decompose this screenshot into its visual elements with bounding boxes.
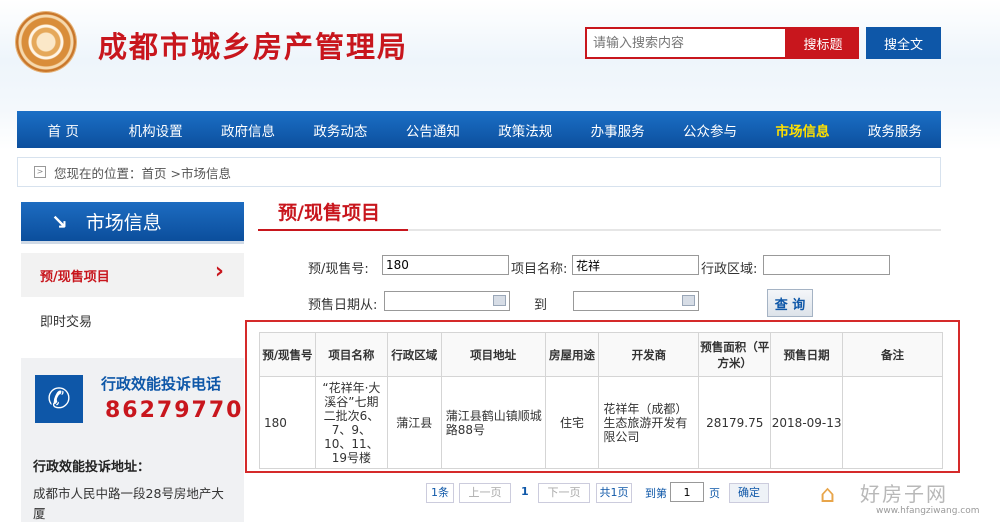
district-input[interactable]: [763, 255, 890, 275]
square-arrow-icon: >: [34, 166, 46, 178]
nav-home[interactable]: 首 页: [17, 120, 109, 140]
chevron-right-icon: ›: [214, 259, 224, 284]
nav-gov-news[interactable]: 政务动态: [294, 120, 386, 140]
site-title: 成都市城乡房产管理局: [98, 30, 409, 64]
sidebar-header: ↘ 市场信息: [21, 202, 244, 244]
sidebar-item-realtime[interactable]: 即时交易: [21, 297, 244, 343]
col-project-name: 项目名称: [314, 332, 388, 377]
nav-policies[interactable]: 政策法规: [479, 120, 571, 140]
next-page-button[interactable]: 下一页: [538, 483, 590, 503]
cell-project-name: “花祥年·大溪谷”七期二批次6、7、9、10、11、19号楼: [314, 376, 388, 469]
page-unit: 页: [709, 487, 720, 500]
house-icon: ⌂: [820, 480, 836, 508]
cell-date: 2018-09-13: [770, 376, 844, 469]
goto-page-input[interactable]: [670, 482, 704, 502]
date-from-input[interactable]: [384, 291, 510, 311]
complaint-address-block: 行政效能投诉地址： 成都市人民中路一段28号房地产大厦: [21, 442, 244, 522]
complaint-label: 行政效能投诉电话: [101, 375, 222, 393]
main-nav: 首 页 机构设置 政府信息 政务动态 公告通知 政策法规 办事服务 公众参与 市…: [17, 111, 941, 148]
address-text: 成都市人民中路一段28号房地产大厦: [33, 486, 224, 521]
nav-participation[interactable]: 公众参与: [664, 120, 756, 140]
complaint-phone-block: ✆ 行政效能投诉电话 86279770: [21, 358, 244, 442]
table-row[interactable]: 180 “花祥年·大溪谷”七期二批次6、7、9、10、11、19号楼 蒲江县 蒲…: [259, 376, 943, 469]
date-from-label: 预售日期从:: [308, 298, 378, 313]
watermark: ⌂ 好房子网 www.hfangziwang.com: [820, 478, 990, 518]
project-name-label: 项目名称:: [511, 262, 568, 277]
district-label: 行政区域:: [701, 262, 758, 277]
cell-developer: 花祥年（成都）生态旅游开发有限公司: [598, 376, 700, 469]
project-name-input[interactable]: [572, 255, 699, 275]
query-button[interactable]: 查 询: [767, 289, 813, 317]
col-developer: 开发商: [598, 332, 700, 377]
nav-market-info[interactable]: 市场信息: [756, 120, 848, 140]
search-input[interactable]: [585, 27, 787, 59]
nav-services[interactable]: 办事服务: [571, 120, 663, 140]
results-table: 预/现售号 项目名称 行政区域 项目地址 房屋用途 开发商 预售面积（平方米） …: [259, 332, 943, 469]
nav-organization[interactable]: 机构设置: [109, 120, 201, 140]
cell-address: 蒲江县鹤山镇顺城路88号: [440, 376, 546, 469]
col-usage: 房屋用途: [544, 332, 600, 377]
table-header-row: 预/现售号 项目名称 行政区域 项目地址 房屋用途 开发商 预售面积（平方米） …: [259, 332, 943, 377]
cell-district: 蒲江县: [386, 376, 442, 469]
page-title: 预/现售项目: [278, 202, 380, 224]
date-to-label: 到: [534, 298, 548, 313]
breadcrumb: > 您现在的位置：首页 >市场信息: [17, 157, 941, 187]
prev-page-button[interactable]: 上一页: [459, 483, 511, 503]
sidebar-item-label: 即时交易: [40, 314, 93, 330]
confirm-button[interactable]: 确定: [729, 483, 769, 503]
cell-presale-no: 180: [259, 376, 316, 469]
watermark-url: www.hfangziwang.com: [876, 506, 980, 516]
current-page: 1: [521, 485, 529, 498]
nav-notices[interactable]: 公告通知: [387, 120, 479, 140]
nav-gov-services[interactable]: 政务服务: [849, 120, 941, 140]
breadcrumb-text: 您现在的位置：首页 >市场信息: [54, 165, 231, 181]
calendar-icon[interactable]: [493, 295, 506, 306]
total-pages: 共1页: [596, 483, 632, 503]
col-date: 预售日期: [770, 332, 844, 377]
search-all-button[interactable]: 搜全文: [866, 27, 941, 59]
cell-usage: 住宅: [544, 376, 600, 469]
site-logo: [16, 12, 76, 72]
presale-no-input[interactable]: [382, 255, 509, 275]
cell-remark: [842, 376, 943, 469]
date-to-input[interactable]: [573, 291, 699, 311]
presale-no-label: 预/现售号:: [308, 262, 369, 277]
complaint-phone: 86279770: [105, 398, 244, 423]
address-label: 行政效能投诉地址：: [33, 460, 151, 475]
phone-icon: ✆: [35, 375, 83, 423]
col-address: 项目地址: [440, 332, 546, 377]
title-divider-accent: [258, 229, 408, 231]
col-district: 行政区域: [386, 332, 442, 377]
calendar-icon[interactable]: [682, 295, 695, 306]
sidebar-item-label: 预/现售项目: [40, 269, 110, 285]
goto-label: 到第: [645, 487, 667, 500]
watermark-text: 好房子网: [860, 482, 948, 506]
cell-area: 28179.75: [698, 376, 772, 469]
record-count: 1条: [426, 483, 454, 503]
col-presale-no: 预/现售号: [259, 332, 316, 377]
col-area: 预售面积（平方米）: [698, 332, 772, 377]
arrow-down-right-icon: ↘: [51, 209, 68, 234]
search-title-button[interactable]: 搜标题: [787, 27, 859, 59]
results-table-frame: 预/现售号 项目名称 行政区域 项目地址 房屋用途 开发商 预售面积（平方米） …: [245, 320, 960, 473]
col-remark: 备注: [842, 332, 943, 377]
nav-gov-info[interactable]: 政府信息: [202, 120, 294, 140]
sidebar-item-presale[interactable]: 预/现售项目 ›: [21, 253, 244, 297]
sidebar-title: 市场信息: [85, 212, 162, 234]
